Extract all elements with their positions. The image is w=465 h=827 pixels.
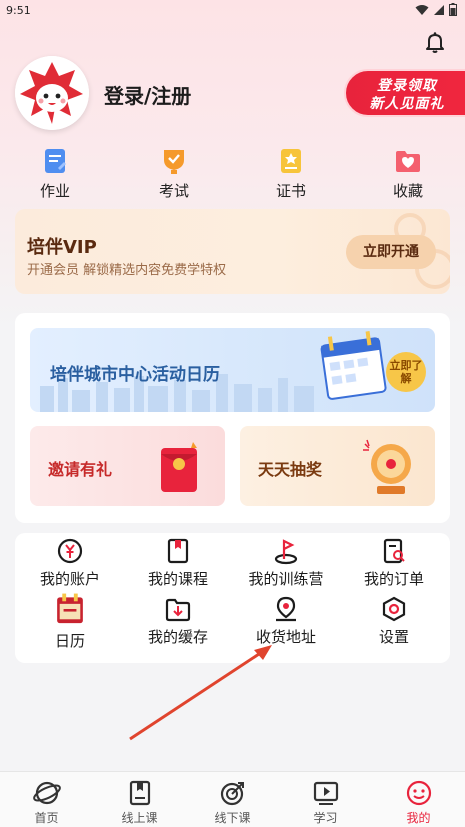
daily-lottery-card[interactable]: 天天抽奖 xyxy=(240,426,435,506)
lottery-label: 天天抽奖 xyxy=(258,460,323,479)
quick-item-label: 考试 xyxy=(158,182,189,200)
login-register-link[interactable]: 登录/注册 xyxy=(104,80,191,109)
settings-hexagon-icon xyxy=(382,596,406,622)
nav-home[interactable]: 首页 xyxy=(0,778,93,826)
status-icons xyxy=(415,3,457,16)
services-card: 我的账户 我的课程 我的训练营 我的订单 日历 我的缓存 收货地址 设置 xyxy=(15,533,450,663)
service-my-training-camp[interactable]: 我的训练营 xyxy=(231,537,341,589)
course-bookmark-icon xyxy=(167,538,189,564)
signal-icon xyxy=(434,4,444,15)
yen-account-icon xyxy=(57,538,83,564)
location-pin-icon xyxy=(276,596,296,622)
planet-home-icon xyxy=(32,781,61,805)
service-label: 我的订单 xyxy=(363,570,424,588)
quick-actions-row: 作业 考试 证书 收藏 xyxy=(0,146,465,202)
homework-icon xyxy=(45,149,66,173)
vip-title: 培伴VIP xyxy=(27,237,97,258)
lottery-wheel-icon xyxy=(363,439,411,494)
quick-item-label: 证书 xyxy=(275,182,306,200)
city-center-calendar-banner[interactable]: 培伴城市中心活动日历 立即了解 xyxy=(30,328,435,412)
invite-label: 邀请有礼 xyxy=(48,460,113,479)
red-envelope-icon xyxy=(161,442,197,492)
service-label: 我的训练营 xyxy=(248,570,324,588)
service-my-courses[interactable]: 我的课程 xyxy=(123,537,233,589)
promo-line1: 登录领取 xyxy=(377,78,437,94)
smiley-mine-icon xyxy=(406,780,431,806)
service-label: 我的缓存 xyxy=(147,628,208,646)
favorites-icon xyxy=(396,151,420,172)
new-user-gift-badge[interactable]: 登录领取 新人见面礼 xyxy=(344,69,465,117)
order-search-icon xyxy=(383,538,405,564)
quick-item-homework[interactable]: 作业 xyxy=(15,146,95,201)
training-camp-flag-icon xyxy=(274,539,298,565)
vip-subtitle: 开通会员 解锁精选内容免费学特权 xyxy=(27,263,227,278)
nav-label: 线下课 xyxy=(214,811,251,825)
promo-line2: 新人见面礼 xyxy=(369,96,445,112)
service-label: 我的课程 xyxy=(147,570,208,588)
service-my-account[interactable]: 我的账户 xyxy=(15,537,125,589)
quick-item-exam[interactable]: 考试 xyxy=(134,146,214,201)
certificate-icon xyxy=(281,149,301,173)
service-calendar[interactable]: 日历 xyxy=(15,593,125,651)
nav-label: 线上课 xyxy=(121,811,158,825)
nav-label: 我的 xyxy=(406,811,431,825)
nav-mine[interactable]: 我的 xyxy=(372,778,465,826)
service-label: 我的账户 xyxy=(39,570,100,588)
service-settings[interactable]: 设置 xyxy=(339,595,449,647)
avatar[interactable] xyxy=(15,56,89,130)
status-bar: 9:51 xyxy=(0,0,465,22)
quick-item-label: 作业 xyxy=(39,182,70,200)
service-label: 日历 xyxy=(54,632,85,650)
quick-item-certificate[interactable]: 证书 xyxy=(251,146,331,201)
calendar-icon xyxy=(57,593,83,624)
calendar-banner-title: 培伴城市中心活动日历 xyxy=(50,365,220,385)
nav-study[interactable]: 学习 xyxy=(279,778,372,826)
nav-label: 学习 xyxy=(313,811,338,825)
nav-offline-course[interactable]: 线下课 xyxy=(186,778,279,826)
online-course-icon xyxy=(129,780,150,806)
download-cache-icon xyxy=(165,598,191,622)
service-my-cache[interactable]: 我的缓存 xyxy=(123,595,233,647)
invite-reward-card[interactable]: 邀请有礼 xyxy=(30,426,225,506)
open-vip-button[interactable]: 立即开通 xyxy=(346,235,436,269)
battery-icon xyxy=(449,3,457,16)
service-label: 收货地址 xyxy=(255,628,316,646)
mascot-avatar-icon xyxy=(15,56,89,130)
quick-item-label: 收藏 xyxy=(392,182,423,200)
service-my-orders[interactable]: 我的订单 xyxy=(339,537,449,589)
service-label: 设置 xyxy=(378,628,409,646)
notification-bell-icon[interactable] xyxy=(423,30,447,54)
nav-label: 首页 xyxy=(34,811,59,825)
service-shipping-address[interactable]: 收货地址 xyxy=(231,595,341,647)
exam-icon xyxy=(164,150,184,174)
target-offline-icon xyxy=(220,782,244,806)
nav-online-course[interactable]: 线上课 xyxy=(93,778,186,826)
vip-card[interactable]: 培伴VIP 开通会员 解锁精选内容免费学特权 立即开通 xyxy=(15,209,450,294)
bottom-navigation: 首页 线上课 线下课 学习 我的 xyxy=(0,771,465,827)
events-card: 培伴城市中心活动日历 立即了解 邀请有礼 天天抽奖 xyxy=(15,313,450,523)
wifi-icon xyxy=(415,4,429,15)
quick-item-favorites[interactable]: 收藏 xyxy=(368,146,448,201)
learn-more-badge[interactable]: 立即了解 xyxy=(386,352,426,392)
status-time: 9:51 xyxy=(6,4,31,17)
play-study-icon xyxy=(313,781,338,805)
